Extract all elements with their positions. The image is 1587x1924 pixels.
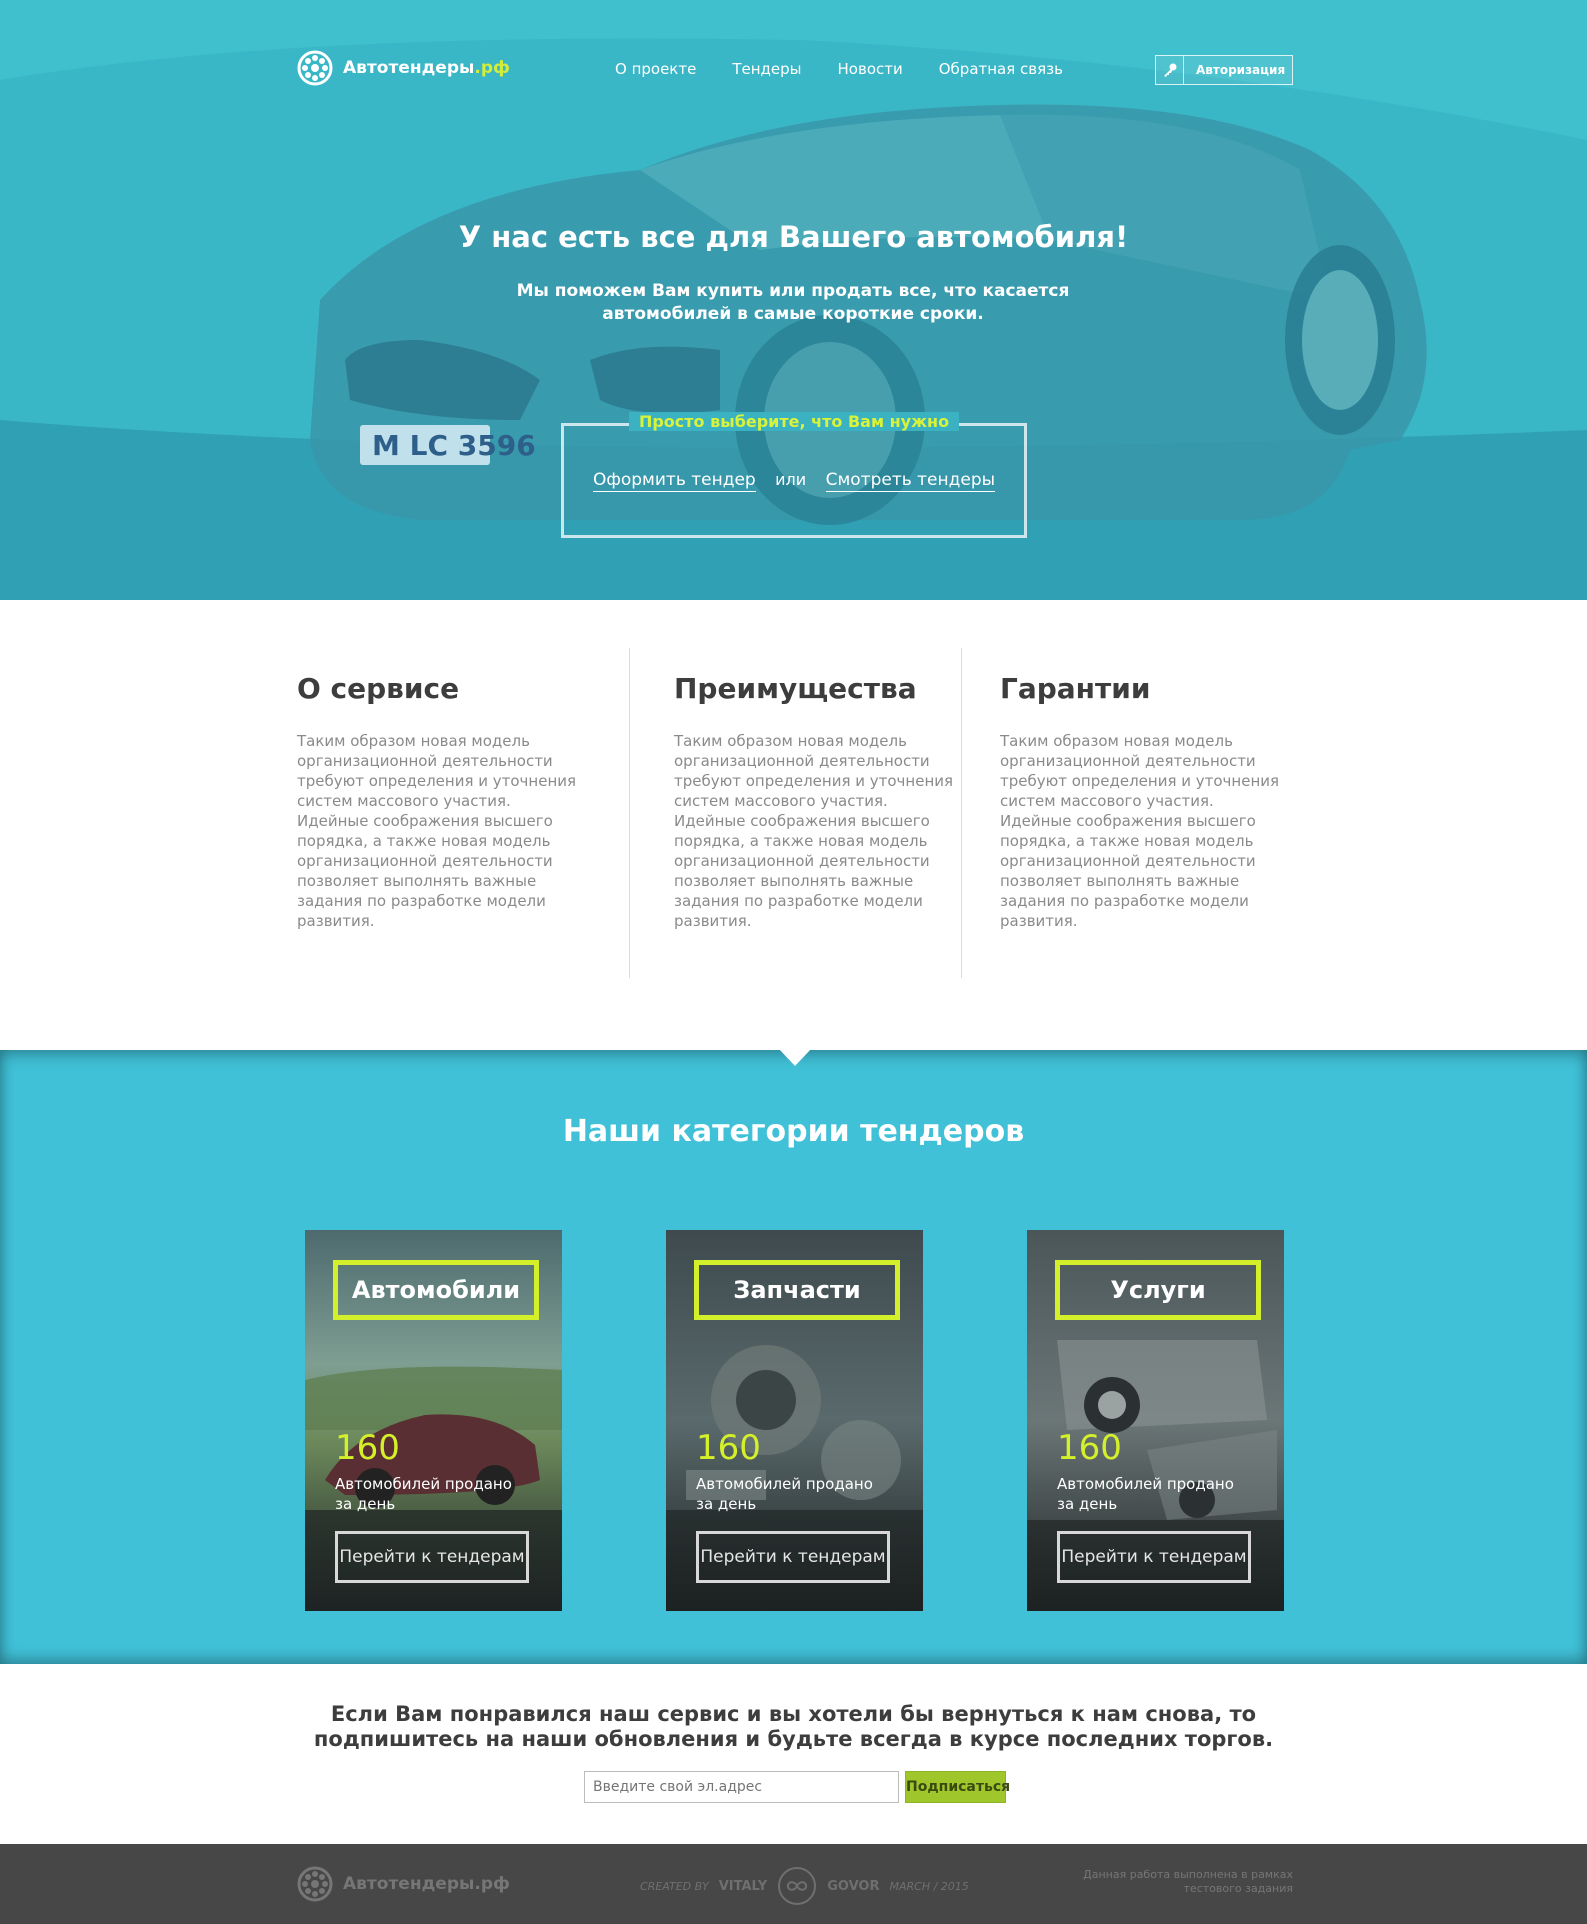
section-notch: [778, 1048, 812, 1066]
card-tag: Услуги: [1055, 1260, 1261, 1320]
feature-title: Гарантии: [1000, 672, 1151, 705]
card-button[interactable]: Перейти к тендерам: [335, 1531, 529, 1583]
card-button[interactable]: Перейти к тендерам: [696, 1531, 890, 1583]
feature-title: О сервисе: [297, 672, 460, 705]
key-icon: [1156, 56, 1184, 84]
footer: Автотендеры.рф CREATED BY VITALY GOVOR M…: [0, 1844, 1587, 1924]
feature-title: Преимущества: [674, 672, 917, 705]
categories-section: Наши категории тендеров Автомобили 160 А…: [0, 1050, 1587, 1664]
created-by: CREATED BY: [640, 1879, 709, 1893]
or-text: или: [775, 470, 807, 489]
logo-text: Автотендеры.рф: [343, 58, 510, 78]
hero-subtitle: Мы поможем Вам купить или продать все, ч…: [516, 281, 1070, 324]
logo[interactable]: Автотендеры.рф: [297, 50, 510, 86]
site-header: Автотендеры.рф О проекте Тендеры Новости…: [297, 50, 1293, 90]
feature-about: О сервисе Таким образом новая модель орг…: [297, 648, 629, 978]
footer-logo-text: Автотендеры.рф: [343, 1874, 510, 1894]
author-first-name: VITALY: [718, 1878, 768, 1894]
categories-title: Наши категории тендеров: [562, 1114, 1025, 1149]
feature-advantages: Преимущества Таким образом новая модель …: [629, 648, 961, 978]
plate-text: M LC 3596: [372, 429, 536, 462]
create-tender-link[interactable]: Оформить тендер: [592, 470, 756, 492]
features-section: О сервисе Таким образом новая модель орг…: [297, 648, 1293, 978]
category-card-parts[interactable]: Запчасти 160 Автомобилей продано за день…: [666, 1230, 923, 1611]
view-tenders-link[interactable]: Смотреть тендеры: [825, 470, 996, 492]
card-tag: Автомобили: [333, 1260, 539, 1320]
category-card-cars[interactable]: Автомобили 160 Автомобилей продано за де…: [305, 1230, 562, 1611]
author-credit: CREATED BY VITALY GOVOR MARCH / 2015: [640, 1866, 969, 1906]
main-nav: О проекте Тендеры Новости Обратная связь: [615, 60, 1063, 78]
card-tag: Запчасти: [694, 1260, 900, 1320]
auth-button[interactable]: Авторизация: [1155, 55, 1293, 85]
choose-label: Просто выберите, что Вам нужно: [628, 412, 960, 431]
card-caption: Автомобилей продано за день: [696, 1475, 873, 1513]
wheel-logo-icon: [297, 50, 333, 86]
nav-news[interactable]: Новости: [838, 60, 903, 78]
nav-about[interactable]: О проекте: [615, 60, 696, 78]
card-count: 160: [696, 1428, 761, 1468]
feature-text: Таким образом новая модель организационн…: [674, 732, 954, 930]
footer-logo[interactable]: Автотендеры.рф: [297, 1866, 510, 1902]
footer-note: Данная работа выполнена в рамках тестово…: [1083, 1868, 1293, 1895]
subscribe-button[interactable]: Подписаться: [905, 1771, 1010, 1803]
card-count: 160: [1057, 1428, 1122, 1468]
feature-text: Таким образом новая модель организационн…: [1000, 732, 1280, 930]
feature-guarantees: Гарантии Таким образом новая модель орга…: [961, 648, 1293, 978]
hero-section: M LC 3596 Автотендеры.рф О проекте Тенде…: [0, 0, 1587, 600]
nav-feedback[interactable]: Обратная связь: [939, 60, 1063, 78]
card-count: 160: [335, 1428, 400, 1468]
infinity-icon: [778, 1867, 817, 1905]
choose-links: Оформить тендер или Смотреть тендеры: [564, 470, 1024, 492]
hero-title: У нас есть все для Вашего автомобиля!: [458, 220, 1129, 254]
card-caption: Автомобилей продано за день: [335, 1475, 512, 1513]
subscribe-text: Если Вам понравился наш сервис и вы хоте…: [313, 1702, 1274, 1751]
auth-label: Авторизация: [1196, 63, 1286, 77]
wheel-logo-icon: [297, 1866, 333, 1902]
author-last-name: GOVOR: [827, 1878, 880, 1894]
category-card-services[interactable]: Услуги 160 Автомобилей продано за день П…: [1027, 1230, 1284, 1611]
subscribe-form: Подписаться: [584, 1771, 1010, 1803]
email-input[interactable]: [584, 1771, 899, 1803]
card-button[interactable]: Перейти к тендерам: [1057, 1531, 1251, 1583]
card-caption: Автомобилей продано за день: [1057, 1475, 1234, 1513]
nav-tenders[interactable]: Тендеры: [732, 60, 801, 78]
created-date: MARCH / 2015: [889, 1879, 969, 1893]
choose-box: Просто выберите, что Вам нужно Оформить …: [561, 412, 1027, 538]
feature-text: Таким образом новая модель организационн…: [297, 732, 577, 930]
